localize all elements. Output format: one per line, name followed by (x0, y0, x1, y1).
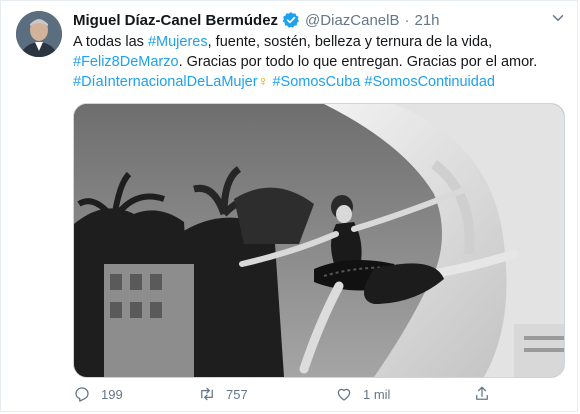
action-bar: 199 757 1 mil (73, 382, 553, 406)
reply-icon (75, 387, 89, 402)
reply-count: 199 (101, 386, 123, 402)
retweet-count: 757 (226, 386, 248, 402)
reply-button[interactable]: 199 (73, 385, 123, 403)
retweet-icon (201, 387, 213, 401)
retweet-button[interactable]: 757 (198, 385, 248, 403)
separator-dot: · (404, 11, 410, 29)
like-button[interactable]: 1 mil (335, 385, 390, 403)
female-sign-emoji: ♀ (257, 74, 269, 90)
text-segment: A todas las (73, 34, 148, 50)
tweet-card[interactable]: Miguel Díaz-Canel Bermúdez @DiazCanelB ·… (0, 0, 578, 412)
tweet-header: Miguel Díaz-Canel Bermúdez @DiazCanelB ·… (73, 10, 557, 30)
hashtag-somoscuba[interactable]: #SomosCuba (272, 74, 360, 90)
hashtag-feliz8demarzo[interactable]: #Feliz8DeMarzo (73, 54, 179, 70)
hashtag-mujeres[interactable]: #Mujeres (148, 34, 208, 50)
text-segment: , fuente, sostén, belleza y ternura de l… (207, 34, 493, 50)
like-count: 1 mil (363, 386, 391, 402)
author-handle[interactable]: @DiazCanelB (305, 12, 399, 29)
tweet-photo[interactable] (73, 103, 565, 378)
verified-badge-icon (282, 11, 300, 29)
tweet-text: A todas las #Mujeres, fuente, sostén, be… (73, 32, 553, 92)
avatar[interactable] (16, 11, 62, 57)
hashtag-diainternacional[interactable]: #DíaInternacionalDeLaMujer (73, 74, 258, 90)
share-icon (476, 386, 488, 400)
heart-icon (337, 388, 351, 401)
text-segment: . Gracias por todo lo que entregan. Grac… (178, 54, 538, 70)
timestamp[interactable]: 21h (414, 12, 439, 29)
chevron-down-icon[interactable] (549, 9, 567, 27)
author-name[interactable]: Miguel Díaz-Canel Bermúdez (73, 12, 278, 29)
share-button[interactable] (473, 385, 491, 403)
hashtag-somoscontinuidad[interactable]: #SomosContinuidad (364, 74, 495, 90)
